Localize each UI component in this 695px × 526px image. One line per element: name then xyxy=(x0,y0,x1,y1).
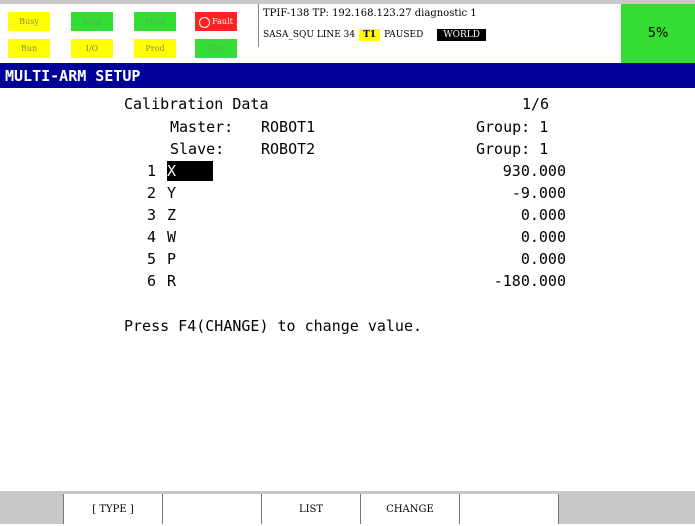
run-lamp: Run xyxy=(8,39,50,58)
step-lamp: Step xyxy=(71,12,113,31)
axis-value[interactable]: 0.000 xyxy=(470,227,566,247)
slave-group: Group: 1 xyxy=(476,140,549,158)
page-indicator: 1/6 xyxy=(522,95,550,113)
prod-lamp: Prod xyxy=(134,39,176,58)
slave-value: ROBOT2 xyxy=(261,140,316,158)
function-key-bar: [ TYPE ] LIST CHANGE xyxy=(0,491,695,524)
speed-override[interactable]: 5% xyxy=(621,4,695,63)
axis-label: X xyxy=(167,161,213,181)
master-group: Group: 1 xyxy=(476,118,549,136)
axis-x-field[interactable]: X xyxy=(167,161,213,181)
connection-info: TPIF-138 TP: 192.168.123.27 diagnostic 1 xyxy=(263,8,477,19)
axis-label[interactable]: P xyxy=(167,249,176,269)
calibration-heading: Calibration Data xyxy=(124,95,269,113)
status-info-box: TPIF-138 TP: 192.168.123.27 diagnostic 1… xyxy=(258,4,622,47)
axis-value[interactable]: 0.000 xyxy=(470,205,566,225)
axis-label[interactable]: Z xyxy=(167,205,176,225)
axis-value[interactable]: 0.000 xyxy=(470,249,566,269)
slave-label: Slave: xyxy=(170,140,225,158)
axis-value[interactable]: -9.000 xyxy=(470,183,566,203)
row-number: 6 xyxy=(147,272,157,290)
axis-label[interactable]: R xyxy=(167,271,176,291)
axis-label[interactable]: W xyxy=(167,227,176,247)
coord-frame-badge: WORLD xyxy=(437,29,486,41)
io-lamp: I/O xyxy=(71,39,113,58)
fault-label: Fault xyxy=(212,17,233,26)
axis-value[interactable]: -180.000 xyxy=(470,271,566,291)
axis-label[interactable]: Y xyxy=(167,183,176,203)
run-state: PAUSED xyxy=(384,30,424,40)
master-value: ROBOT1 xyxy=(261,118,316,136)
f3-list-key[interactable]: LIST xyxy=(261,494,361,524)
help-prompt: Press F4(CHANGE) to change value. xyxy=(124,317,423,335)
row-number: 3 xyxy=(147,206,157,224)
hold-lamp: Hold xyxy=(134,12,176,31)
master-label: Master: xyxy=(170,118,234,136)
fault-lamp: Fault xyxy=(195,12,237,31)
row-number: 1 xyxy=(147,162,157,180)
tcyc-lamp: TCyc xyxy=(195,39,237,58)
screen-title: MULTI-ARM SETUP xyxy=(5,67,141,85)
row-number: 2 xyxy=(147,184,157,202)
axis-value[interactable]: 930.000 xyxy=(470,161,566,181)
program-line: SASA_SQU LINE 34 xyxy=(263,30,356,40)
f5-key[interactable] xyxy=(459,494,559,524)
mode-badge: T1 xyxy=(359,29,381,41)
screen-title-bar: MULTI-ARM SETUP xyxy=(0,63,695,88)
f1-type-key[interactable]: [ TYPE ] xyxy=(63,494,163,524)
f4-change-key[interactable]: CHANGE xyxy=(360,494,460,524)
busy-lamp: Busy xyxy=(8,12,50,31)
program-status: SASA_SQU LINE 34 T1 PAUSED WORLD xyxy=(263,29,486,41)
calibration-panel: Calibration Data 1/6 Master: ROBOT1 Grou… xyxy=(0,88,695,486)
row-number: 5 xyxy=(147,250,157,268)
fault-circle-icon xyxy=(199,16,211,28)
row-number: 4 xyxy=(147,228,157,246)
f2-key[interactable] xyxy=(162,494,262,524)
